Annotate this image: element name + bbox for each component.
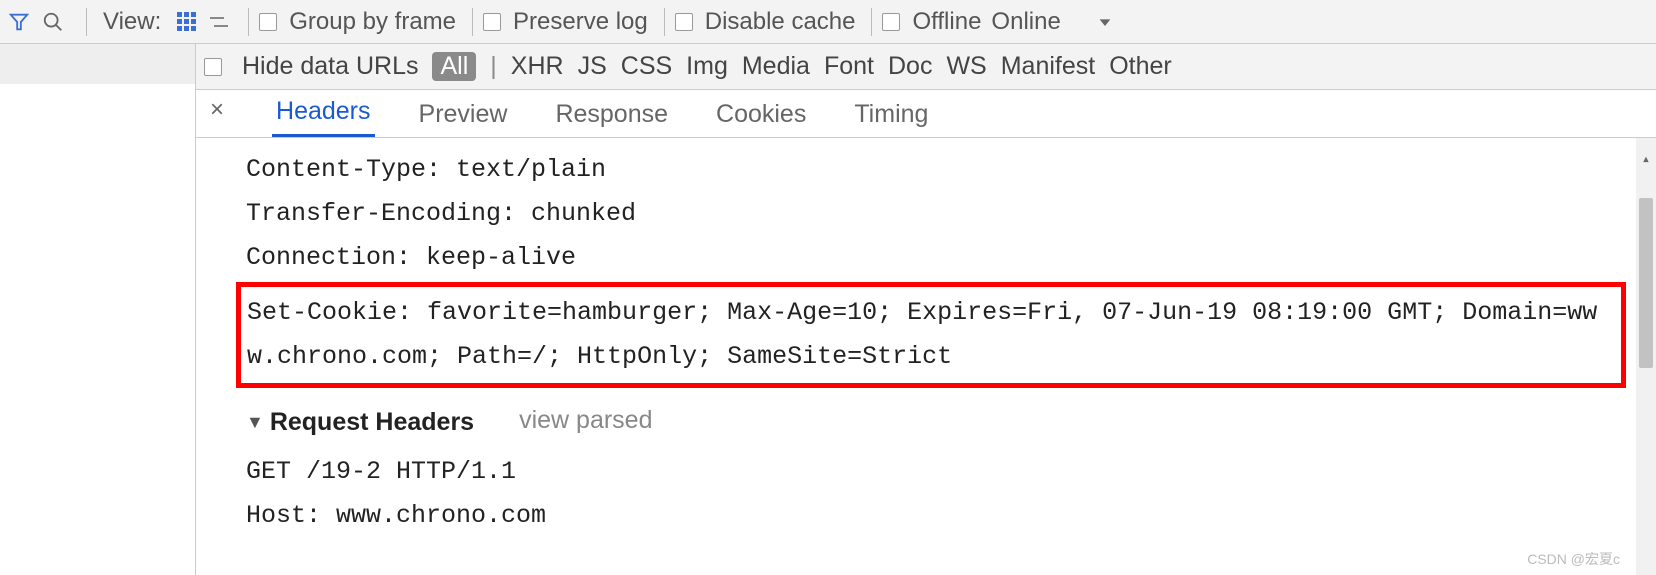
preserve-log-label: Preserve log	[513, 8, 648, 36]
separator	[248, 8, 249, 36]
search-icon[interactable]	[42, 11, 64, 33]
offline-checkbox[interactable]	[882, 13, 900, 31]
separator	[86, 8, 87, 36]
type-filter-row: Hide data URLs All | XHR JS CSS Img Medi…	[196, 44, 1656, 90]
header-connection: Connection: keep-alive	[246, 236, 1616, 280]
triangle-down-icon: ▼	[246, 400, 264, 444]
filter-ws[interactable]: WS	[946, 52, 986, 81]
filter-all[interactable]: All	[432, 52, 476, 81]
disable-cache-label: Disable cache	[705, 8, 856, 36]
view-parsed-link[interactable]: view parsed	[519, 406, 652, 434]
list-view-icon[interactable]	[177, 12, 196, 31]
tab-preview[interactable]: Preview	[415, 94, 512, 137]
filter-img[interactable]: Img	[686, 52, 728, 81]
header-transfer-encoding: Transfer-Encoding: chunked	[246, 192, 1616, 236]
filter-doc[interactable]: Doc	[888, 52, 932, 81]
header-content-type: Content-Type: text/plain	[246, 148, 1616, 192]
request-line: GET /19-2 HTTP/1.1	[246, 450, 1616, 494]
disable-cache-checkbox[interactable]	[675, 13, 693, 31]
filter-media[interactable]: Media	[742, 52, 810, 81]
view-label: View:	[103, 8, 161, 36]
filter-css[interactable]: CSS	[621, 52, 672, 81]
group-by-frame-checkbox[interactable]	[259, 13, 277, 31]
hide-data-urls-label: Hide data URLs	[242, 52, 418, 81]
scroll-thumb[interactable]	[1639, 198, 1653, 368]
hide-data-urls-checkbox[interactable]	[204, 58, 222, 76]
tab-timing[interactable]: Timing	[850, 94, 932, 137]
separator	[664, 8, 665, 36]
preserve-log-checkbox[interactable]	[483, 13, 501, 31]
chevron-down-icon[interactable]	[1097, 14, 1113, 30]
offline-label: Offline	[912, 8, 981, 36]
filter-funnel-icon[interactable]	[8, 11, 30, 33]
highlight-box: Set-Cookie: favorite=hamburger; Max-Age=…	[236, 282, 1626, 388]
filter-js[interactable]: JS	[578, 52, 607, 81]
watermark: CSDN @宏夏c	[1527, 549, 1620, 569]
tab-headers[interactable]: Headers	[272, 91, 375, 137]
request-details: Hide data URLs All | XHR JS CSS Img Medi…	[196, 44, 1656, 575]
request-headers-section[interactable]: ▼ Request Headers	[246, 400, 474, 444]
scrollbar[interactable]: ▴	[1636, 138, 1656, 575]
request-host: Host: www.chrono.com	[246, 494, 1616, 538]
scroll-up-icon[interactable]: ▴	[1642, 138, 1650, 158]
request-headers-title: Request Headers	[270, 400, 474, 444]
filter-other[interactable]: Other	[1109, 52, 1172, 81]
group-by-frame-label: Group by frame	[289, 8, 456, 36]
headers-content: Content-Type: text/plain Transfer-Encodi…	[196, 138, 1656, 575]
tab-response[interactable]: Response	[551, 94, 672, 137]
close-icon[interactable]: ×	[210, 96, 232, 132]
filter-manifest[interactable]: Manifest	[1001, 52, 1095, 81]
tab-cookies[interactable]: Cookies	[712, 94, 810, 137]
header-set-cookie: Set-Cookie: favorite=hamburger; Max-Age=…	[247, 291, 1615, 379]
separator	[871, 8, 872, 36]
request-row[interactable]	[0, 44, 195, 84]
filter-xhr[interactable]: XHR	[511, 52, 564, 81]
requests-sidebar	[0, 44, 196, 575]
detail-tabs: × Headers Preview Response Cookies Timin…	[196, 90, 1656, 138]
tree-view-icon[interactable]	[206, 13, 228, 31]
filter-font[interactable]: Font	[824, 52, 874, 81]
devtools-toolbar: View: Group by frame Preserve log Disabl…	[0, 0, 1656, 44]
throttling-select[interactable]: Online	[991, 8, 1060, 36]
separator	[472, 8, 473, 36]
